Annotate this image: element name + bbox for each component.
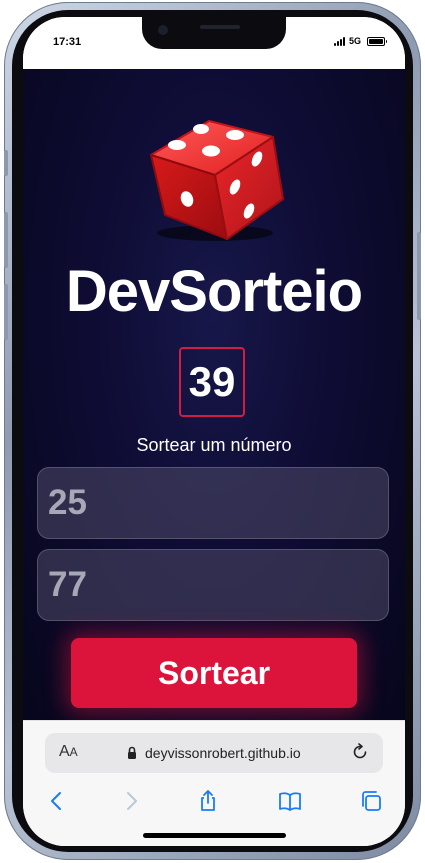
mute-switch: [4, 150, 8, 176]
app-title: DevSorteio: [65, 259, 363, 324]
forward-icon[interactable]: [119, 789, 143, 813]
app-subtitle: Sortear um número: [136, 435, 292, 455]
share-icon[interactable]: [196, 789, 220, 813]
min-number-input[interactable]: [37, 467, 389, 539]
sortear-button[interactable]: Sortear: [71, 638, 357, 708]
address-bar[interactable]: AA deyvissonrobert.github.io: [45, 733, 383, 773]
speaker-grille: [200, 25, 240, 29]
browser-toolbar: [23, 789, 405, 817]
camera-icon: [158, 25, 168, 35]
notch: [142, 17, 286, 49]
bookmarks-icon[interactable]: [278, 789, 302, 813]
status-indicators: 5G: [333, 36, 387, 46]
status-bar: 17:31 5G: [23, 17, 405, 69]
volume-down-button: [4, 284, 8, 340]
reader-settings-button[interactable]: AA: [59, 743, 78, 761]
app-content: DevSorteio 39 Sortear um número Sortear: [23, 69, 405, 720]
tabs-icon[interactable]: [359, 789, 383, 813]
back-icon[interactable]: [45, 789, 69, 813]
reload-icon[interactable]: [351, 743, 369, 761]
screen: 17:31 5G DevSorteio 39 Sortear um número…: [23, 17, 405, 846]
volume-up-button: [4, 212, 8, 268]
power-button: [417, 232, 421, 320]
status-time: 17:31: [53, 36, 82, 48]
max-number-input[interactable]: [37, 549, 389, 621]
result-display: 39: [179, 347, 245, 417]
signal-icon: [333, 36, 345, 46]
network-label: 5G: [348, 36, 361, 46]
dice-icon: [150, 120, 284, 241]
url-text: deyvissonrobert.github.io: [145, 745, 301, 761]
browser-bar: AA deyvissonrobert.github.io: [23, 720, 405, 846]
home-indicator: [143, 833, 286, 838]
lock-icon: [128, 746, 136, 759]
battery-icon: [367, 36, 387, 46]
